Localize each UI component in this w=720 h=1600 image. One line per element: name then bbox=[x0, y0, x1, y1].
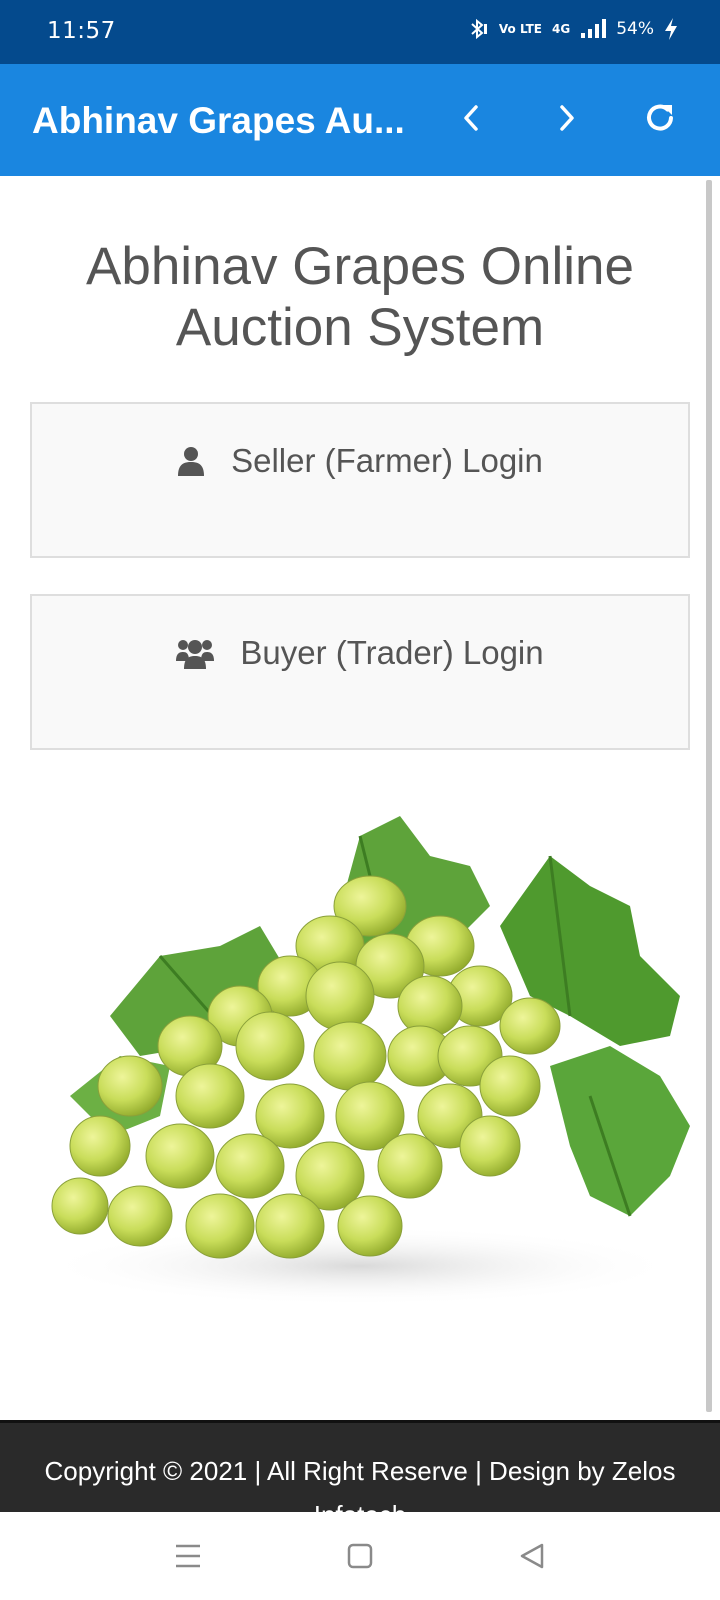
seller-login-button[interactable]: Seller (Farmer) Login bbox=[30, 402, 690, 558]
status-icons: Vo LTE 4G 54% bbox=[467, 18, 678, 40]
volte-badge: Vo LTE bbox=[498, 22, 542, 36]
main-content: Abhinav Grapes Online Auction System Sel… bbox=[0, 176, 720, 1420]
network-type: 4G bbox=[552, 22, 571, 36]
app-title: Abhinav Grapes Au... bbox=[32, 100, 405, 141]
back-nav-icon bbox=[518, 1542, 546, 1575]
system-back-button[interactable] bbox=[508, 1534, 556, 1582]
forward-button[interactable] bbox=[538, 92, 594, 148]
buyer-login-label: Buyer (Trader) Login bbox=[240, 634, 544, 671]
status-bar: 11:57 Vo LTE 4G 54% bbox=[0, 0, 720, 64]
system-nav-bar bbox=[0, 1512, 720, 1600]
home-button[interactable] bbox=[336, 1534, 384, 1582]
refresh-icon bbox=[642, 100, 678, 141]
buyer-login-button[interactable]: Buyer (Trader) Login bbox=[30, 594, 690, 750]
battery-percent: 54% bbox=[616, 19, 654, 39]
seller-login-label: Seller (Farmer) Login bbox=[231, 442, 543, 479]
back-button[interactable] bbox=[444, 92, 500, 148]
back-icon bbox=[460, 104, 484, 137]
status-time: 11:57 bbox=[47, 18, 116, 44]
signal-icon bbox=[580, 19, 607, 39]
app-bar: Abhinav Grapes Au... bbox=[0, 64, 720, 176]
forward-icon bbox=[554, 104, 578, 137]
grapes-image bbox=[40, 816, 690, 1306]
charging-icon bbox=[664, 18, 678, 40]
footer: Copyright © 2021 | All Right Reserve | D… bbox=[0, 1420, 720, 1512]
copyright-text: Copyright © 2021 | All Right Reserve | D… bbox=[44, 1456, 676, 1512]
user-icon bbox=[177, 446, 205, 476]
page-title: Abhinav Grapes Online Auction System bbox=[86, 237, 634, 357]
menu-icon bbox=[174, 1543, 202, 1574]
bluetooth-icon bbox=[467, 18, 489, 40]
home-icon bbox=[346, 1542, 374, 1575]
users-icon bbox=[176, 637, 215, 669]
recent-apps-button[interactable] bbox=[164, 1534, 212, 1582]
refresh-button[interactable] bbox=[632, 92, 688, 148]
